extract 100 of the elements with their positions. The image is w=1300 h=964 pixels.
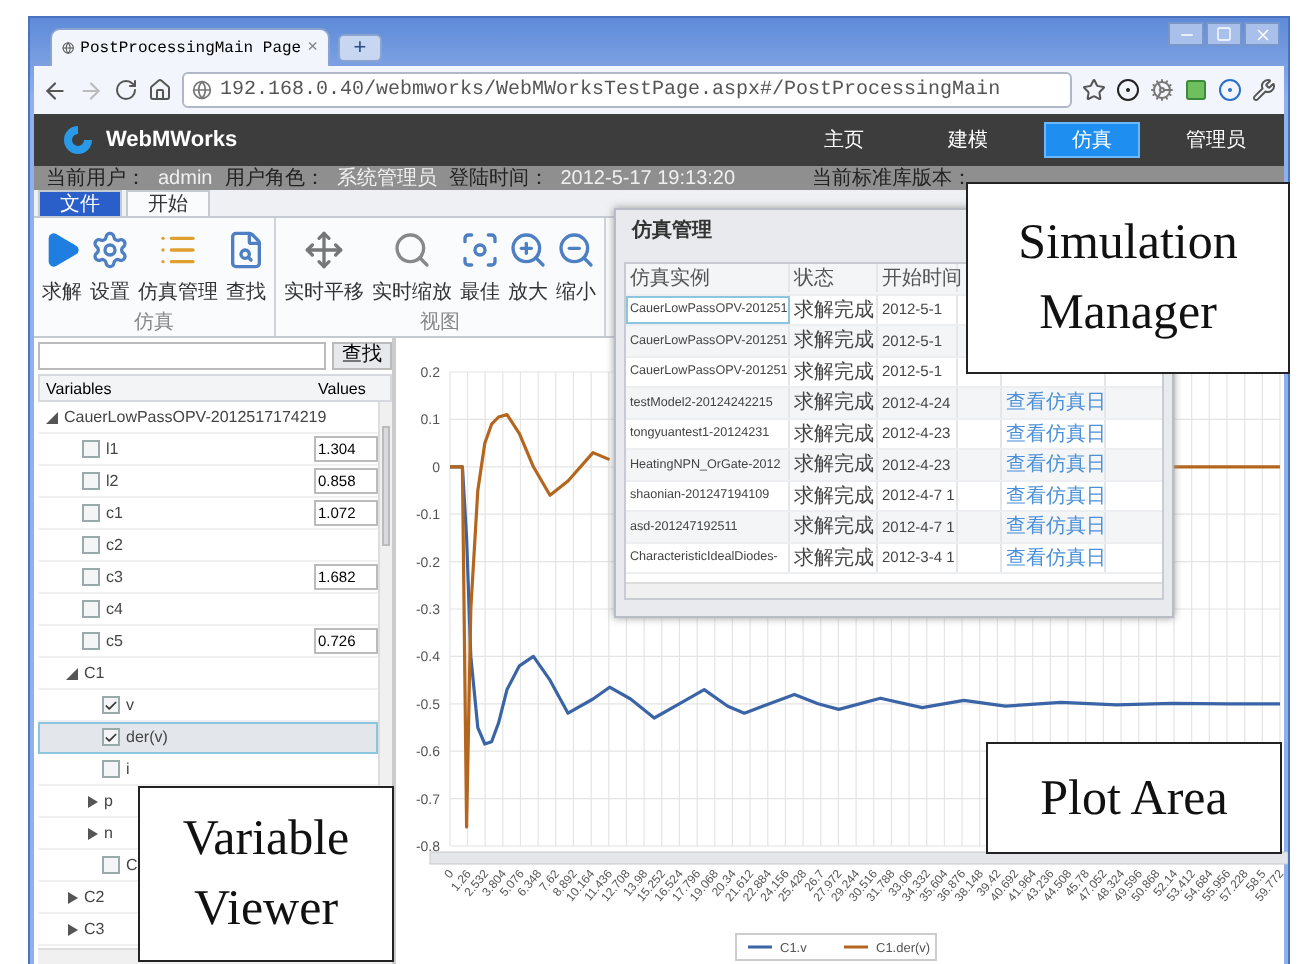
search-icon — [226, 230, 266, 270]
checkbox[interactable] — [82, 440, 100, 458]
variable-name: c4 — [106, 600, 123, 618]
tree-row[interactable]: i — [38, 754, 378, 786]
variable-name: v — [126, 696, 134, 714]
search-icon — [392, 230, 432, 270]
minimize-button[interactable] — [1168, 22, 1204, 46]
app-logo: WebMWorks — [106, 128, 240, 152]
nav-tab[interactable]: 建模 — [920, 122, 1016, 158]
tree-row[interactable]: c2 — [38, 530, 378, 562]
status-label: 登陆时间： — [448, 165, 549, 192]
checkbox[interactable] — [102, 696, 120, 714]
variable-name: C3 — [84, 920, 105, 938]
scrollbar[interactable] — [429, 851, 1288, 865]
close-button[interactable] — [1244, 22, 1280, 46]
column-header: Variables — [44, 379, 114, 397]
nav-tab[interactable]: 管理员 — [1168, 122, 1264, 158]
back-icon[interactable] — [42, 77, 68, 103]
ribbon-button[interactable]: 放大 — [506, 222, 550, 312]
variable-name: c1 — [106, 504, 123, 522]
status-label: 当前标准库版本： — [812, 165, 972, 192]
checkbox[interactable] — [102, 760, 120, 778]
checkbox[interactable] — [82, 504, 100, 522]
variable-name: c3 — [106, 568, 123, 586]
ribbon-tab[interactable]: 文件 — [38, 190, 122, 216]
variable-name: l2 — [106, 472, 119, 490]
ribbon-button[interactable]: 仿真管理 — [136, 222, 220, 312]
expand-icon[interactable] — [86, 795, 98, 807]
checkbox[interactable] — [102, 856, 120, 874]
checkbox[interactable] — [82, 632, 100, 650]
table-cell: 求解完成 — [790, 543, 878, 572]
group-title: 视图 — [418, 312, 462, 336]
expand-icon[interactable] — [66, 891, 78, 903]
scrollbar[interactable] — [626, 582, 1162, 598]
table-cell: 求解完成 — [790, 326, 878, 355]
collapse-icon[interactable] — [66, 667, 78, 679]
ribbon-button[interactable]: 实时平移 — [282, 222, 366, 312]
tree-row[interactable]: c4 — [38, 594, 378, 626]
variable-name: p — [104, 792, 113, 810]
variable-name: C2 — [84, 888, 105, 906]
ribbon-button[interactable]: 实时缩放 — [370, 222, 454, 312]
ribbon-button[interactable]: 查找 — [224, 222, 268, 312]
ribbon-button[interactable]: 设置 — [88, 222, 132, 312]
variable-name: i — [126, 760, 130, 778]
checkbox[interactable] — [82, 472, 100, 490]
globe-icon — [192, 80, 212, 100]
home-icon[interactable] — [148, 78, 172, 102]
column-header: 状态 — [790, 264, 878, 293]
table-cell: 求解完成 — [790, 357, 878, 386]
new-tab-button[interactable]: + — [338, 34, 382, 62]
dialog-title: 仿真管理 — [629, 217, 712, 246]
variable-name: C1 — [84, 664, 105, 682]
maximize-button[interactable] — [1206, 22, 1242, 46]
table-cell: 求解完成 — [790, 388, 878, 417]
close-icon — [1253, 25, 1271, 43]
group-title: 仿真 — [132, 312, 176, 336]
status-label: 用户角色： — [224, 165, 325, 192]
column-header: Values — [316, 379, 368, 397]
extension-icon[interactable] — [1116, 78, 1140, 102]
checkbox[interactable] — [102, 728, 120, 746]
ribbon-button[interactable]: 求解 — [40, 222, 84, 312]
table-cell: 求解完成 — [790, 481, 878, 510]
nav-tab[interactable]: 主页 — [796, 122, 892, 158]
ribbon-tab[interactable]: 开始 — [126, 190, 210, 216]
collapse-icon[interactable] — [46, 411, 58, 423]
tab-title: PostProcessingMain Page — [80, 39, 302, 57]
variable-name: c2 — [106, 536, 123, 554]
checkbox[interactable] — [82, 568, 100, 586]
address-field[interactable]: 192.168.0.40/webmworks/WebMWorksTestPage.aspx#/PostProcessingMain — [182, 72, 1072, 108]
variable-name: c5 — [106, 632, 123, 650]
checkbox[interactable] — [82, 600, 100, 618]
checkbox[interactable] — [82, 536, 100, 554]
zoom-out-icon — [556, 230, 596, 270]
search-field[interactable] — [38, 342, 326, 370]
column-header: 开始时间 — [878, 264, 958, 293]
page-icon — [62, 38, 75, 58]
zoom-in-icon — [508, 230, 548, 270]
status-value: admin — [158, 167, 213, 189]
expand-icon[interactable] — [86, 827, 98, 839]
table-cell: 求解完成 — [790, 419, 878, 448]
status-value: 2012-5-17 19:13:20 — [560, 167, 736, 189]
reload-icon[interactable] — [114, 78, 138, 102]
column-header: 仿真实例 — [626, 264, 790, 293]
wrench-icon[interactable] — [1252, 78, 1276, 102]
annotation-tooltip: Plot Area — [986, 742, 1282, 854]
expand-icon[interactable] — [66, 923, 78, 935]
tree-row[interactable]: v — [38, 690, 378, 722]
status-label: 当前用户： — [46, 165, 146, 192]
ribbon-button[interactable]: 最佳 — [458, 222, 502, 312]
variable-name: CauerLowPassOPV-2012517174219 — [64, 408, 327, 426]
variable-name: n — [104, 824, 113, 842]
logo-icon — [62, 124, 94, 156]
star-icon[interactable] — [1082, 78, 1106, 102]
browser-tab[interactable]: PostProcessingMain Page × — [50, 28, 330, 66]
tree-row[interactable]: der(v) — [38, 722, 378, 754]
ribbon-button[interactable]: 缩小 — [554, 222, 598, 312]
url-text: 192.168.0.40/webmworks/WebMWorksTestPage.aspx#/PostProcessingMain — [220, 79, 1001, 101]
maximize-icon — [1216, 26, 1232, 42]
table-cell: 求解完成 — [790, 295, 878, 324]
search-button[interactable]: 查找 — [332, 342, 392, 370]
